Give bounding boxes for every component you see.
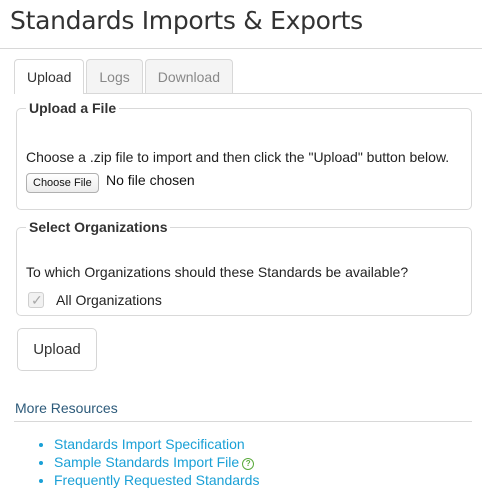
tab-bar: Upload Logs Download (14, 59, 235, 94)
resources-divider (14, 421, 472, 422)
upload-instructions: Choose a .zip file to import and then cl… (26, 149, 450, 165)
select-organizations-legend: Select Organizations (29, 219, 168, 235)
choose-file-button[interactable]: Choose File (26, 173, 99, 193)
upload-file-section: Upload a File Choose a .zip file to impo… (16, 100, 472, 210)
file-status: No file chosen (106, 172, 195, 188)
help-icon[interactable]: ? (242, 458, 255, 470)
tab-download[interactable]: Download (144, 59, 233, 93)
tab-logs[interactable]: Logs (86, 59, 143, 93)
frequently-requested-standards-link[interactable]: Frequently Requested Standards (54, 472, 259, 488)
tab-divider (14, 93, 482, 94)
list-item: Frequently Requested Standards (54, 471, 259, 489)
upload-button[interactable]: Upload (17, 328, 97, 371)
upload-file-legend: Upload a File (29, 100, 117, 116)
more-resources-heading: More Resources (15, 400, 118, 416)
all-organizations-label: All Organizations (56, 292, 162, 308)
select-organizations-section: Select Organizations To which Organizati… (16, 219, 472, 316)
list-item: Standards Import Specification (54, 435, 259, 453)
page-title: Standards Imports & Exports (10, 6, 363, 35)
standards-import-specification-link[interactable]: Standards Import Specification (54, 436, 245, 452)
list-item: Sample Standards Import File? (54, 453, 259, 471)
title-divider (0, 48, 482, 49)
all-organizations-checkbox[interactable]: ✓ (28, 292, 44, 308)
tab-upload[interactable]: Upload (14, 59, 85, 94)
sample-standards-import-file-link[interactable]: Sample Standards Import File (54, 454, 239, 470)
checkmark-icon: ✓ (31, 292, 43, 308)
organizations-question: To which Organizations should these Stan… (26, 264, 409, 280)
resources-list: Standards Import Specification Sample St… (38, 435, 259, 489)
